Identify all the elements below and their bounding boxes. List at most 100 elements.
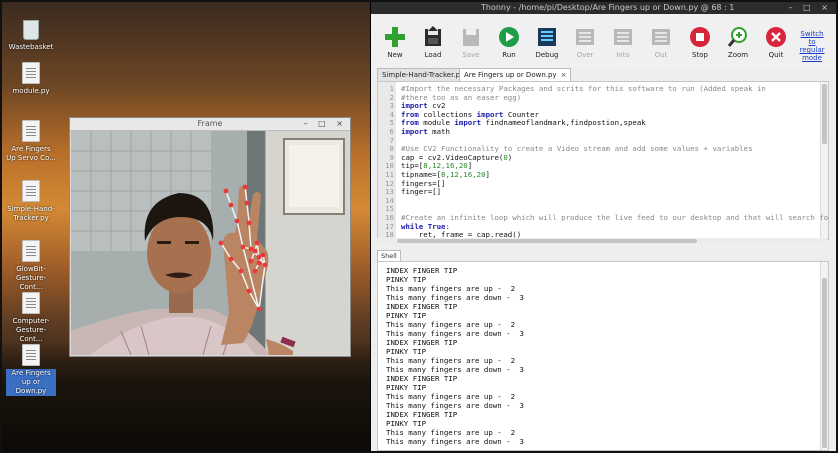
landmark-point — [252, 248, 258, 254]
thonny-window-controls[interactable]: – □ × — [789, 2, 832, 14]
landmark-point — [234, 218, 240, 224]
landmark-point — [218, 240, 224, 246]
shell-output-line: PINKY TIP — [386, 383, 427, 392]
landmark-point — [252, 268, 258, 274]
desktop-icon-label: Simple-Hand-Tracker.py — [7, 205, 55, 222]
run-button[interactable]: Run — [491, 26, 527, 59]
landmark-point — [242, 184, 248, 190]
shell-output-line: This many fingers are up - 2 — [386, 392, 516, 401]
editor-tab[interactable]: Are Fingers up or Down.py × — [459, 68, 572, 82]
landmark-connection — [258, 264, 266, 310]
desktop-icon[interactable]: GlowBit-Gesture-Cont... — [6, 240, 56, 292]
step-out-icon — [650, 26, 672, 48]
shell-output-line: This many fingers are down - 3 — [386, 365, 524, 374]
quit-icon — [765, 26, 787, 48]
toolbar-button-label: Out — [654, 51, 668, 59]
desktop-icon[interactable]: Are Fingers up or Down.py — [6, 344, 56, 396]
zoom-button[interactable]: Zoom — [720, 26, 756, 59]
landmark-point — [244, 200, 250, 206]
desktop-icon[interactable]: module.py — [6, 62, 56, 96]
quit-button[interactable]: Quit — [758, 26, 794, 59]
camera-window-titlebar[interactable]: Frame – □ × — [70, 118, 350, 131]
landmark-point — [240, 244, 246, 250]
shell-vertical-scrollbar[interactable] — [820, 262, 828, 450]
code-token: import — [454, 118, 482, 128]
stop-button[interactable]: Stop — [682, 26, 718, 59]
shell-scroll-thumb[interactable] — [822, 278, 827, 448]
code-token: math — [427, 127, 450, 136]
debug-button[interactable]: Debug — [529, 26, 565, 59]
shell-output-line: INDEX FINGER TIP — [386, 374, 458, 383]
into-button[interactable]: Into — [605, 26, 641, 59]
shell-output-line: INDEX FINGER TIP — [386, 302, 458, 311]
run-icon — [498, 26, 520, 48]
code-token: ] — [485, 170, 490, 179]
landmark-point — [228, 256, 234, 262]
toolbar-button-label: Stop — [692, 51, 708, 59]
zoom-icon — [727, 26, 749, 48]
shell-output-line: This many fingers are down - 3 — [386, 401, 524, 410]
shell-output-line: This many fingers are down - 3 — [386, 293, 524, 302]
landmark-connection — [236, 220, 244, 248]
landmark-point — [260, 252, 266, 258]
landmark-point — [262, 262, 268, 268]
camera-window-controls[interactable]: – □ × — [304, 118, 347, 130]
step-into-icon — [612, 26, 634, 48]
desktop-icon-label: module.py — [12, 87, 50, 95]
code-token: #Create an infinite loop which will prod… — [401, 213, 829, 222]
desktop-icon[interactable]: Computer-Gesture-Cont... — [6, 292, 56, 344]
wastebasket-icon — [23, 20, 39, 40]
debug-icon — [536, 26, 558, 48]
landmark-connection — [248, 290, 260, 310]
editor-tab-label: Are Fingers up or Down.py — [464, 71, 557, 79]
thonny-toolbar: Switch to regular mode New Load Save Run Deb… — [371, 14, 836, 68]
new-icon — [384, 26, 406, 48]
hand-landmarks-overlay — [218, 184, 268, 312]
landmark-point — [223, 188, 229, 194]
save-icon — [460, 26, 482, 48]
thonny-window[interactable]: Thonny - /home/pi/Desktop/Are Fingers up… — [371, 2, 836, 451]
thonny-titlebar[interactable]: Thonny - /home/pi/Desktop/Are Fingers up… — [371, 2, 836, 14]
editor-tab-label: Simple-Hand-Tracker.py — [382, 71, 465, 79]
editor-scroll-thumb[interactable] — [822, 84, 827, 144]
shell-output[interactable]: INDEX FINGER TIP PINKY TIP This many finge… — [377, 261, 829, 451]
desktop-icon[interactable]: Are Fingers Up Servo Co... — [6, 120, 56, 163]
landmark-point — [256, 260, 262, 266]
shell-output-line: PINKY TIP — [386, 275, 427, 284]
toolbar-button-label: Zoom — [727, 51, 749, 59]
landmark-point — [228, 202, 234, 208]
landmark-point — [238, 268, 244, 274]
landmark-point — [246, 288, 252, 294]
load-button[interactable]: Load — [415, 26, 451, 59]
toolbar-button-label: Into — [616, 51, 630, 59]
python-file-icon — [22, 120, 40, 142]
landmark-connection — [244, 186, 248, 204]
switch-to-regular-mode-link[interactable]: Switch to regular mode — [796, 30, 828, 62]
landmark-connection — [220, 242, 232, 260]
thonny-window-title: Thonny - /home/pi/Desktop/Are Fingers up… — [481, 3, 735, 12]
code-editor[interactable]: 1 #Import the necessary Packages and scri… — [377, 81, 829, 240]
landmark-connection — [230, 204, 238, 222]
camera-frame-window[interactable]: Frame – □ × — [69, 117, 351, 357]
toolbar-button-label: Load — [424, 51, 442, 59]
over-button[interactable]: Over — [567, 26, 603, 59]
editor-hscroll-thumb[interactable] — [397, 239, 697, 243]
landmark-connection — [242, 246, 260, 310]
out-button[interactable]: Out — [643, 26, 679, 59]
editor-horizontal-scrollbar[interactable] — [377, 238, 827, 244]
save-button[interactable]: Save — [453, 26, 489, 59]
toolbar-button-label: Debug — [535, 51, 559, 59]
shell-output-line: This many fingers are up - 2 — [386, 320, 516, 329]
desktop-icon-label: Are Fingers Up Servo Co... — [6, 145, 56, 162]
new-button[interactable]: New — [377, 26, 413, 59]
landmark-connection — [248, 222, 252, 250]
shell-output-line: This many fingers are down - 3 — [386, 437, 524, 446]
desktop-icon-label: GlowBit-Gesture-Cont... — [15, 265, 47, 291]
landmark-connection — [240, 270, 250, 292]
close-tab-icon[interactable]: × — [561, 71, 567, 79]
desktop-icon[interactable]: Wastebasket — [6, 20, 56, 52]
python-file-icon — [22, 180, 40, 202]
camera-video-feed — [71, 131, 349, 355]
desktop-icon[interactable]: Simple-Hand-Tracker.py — [6, 180, 56, 223]
desktop-icon-label: Computer-Gesture-Cont... — [12, 317, 50, 343]
